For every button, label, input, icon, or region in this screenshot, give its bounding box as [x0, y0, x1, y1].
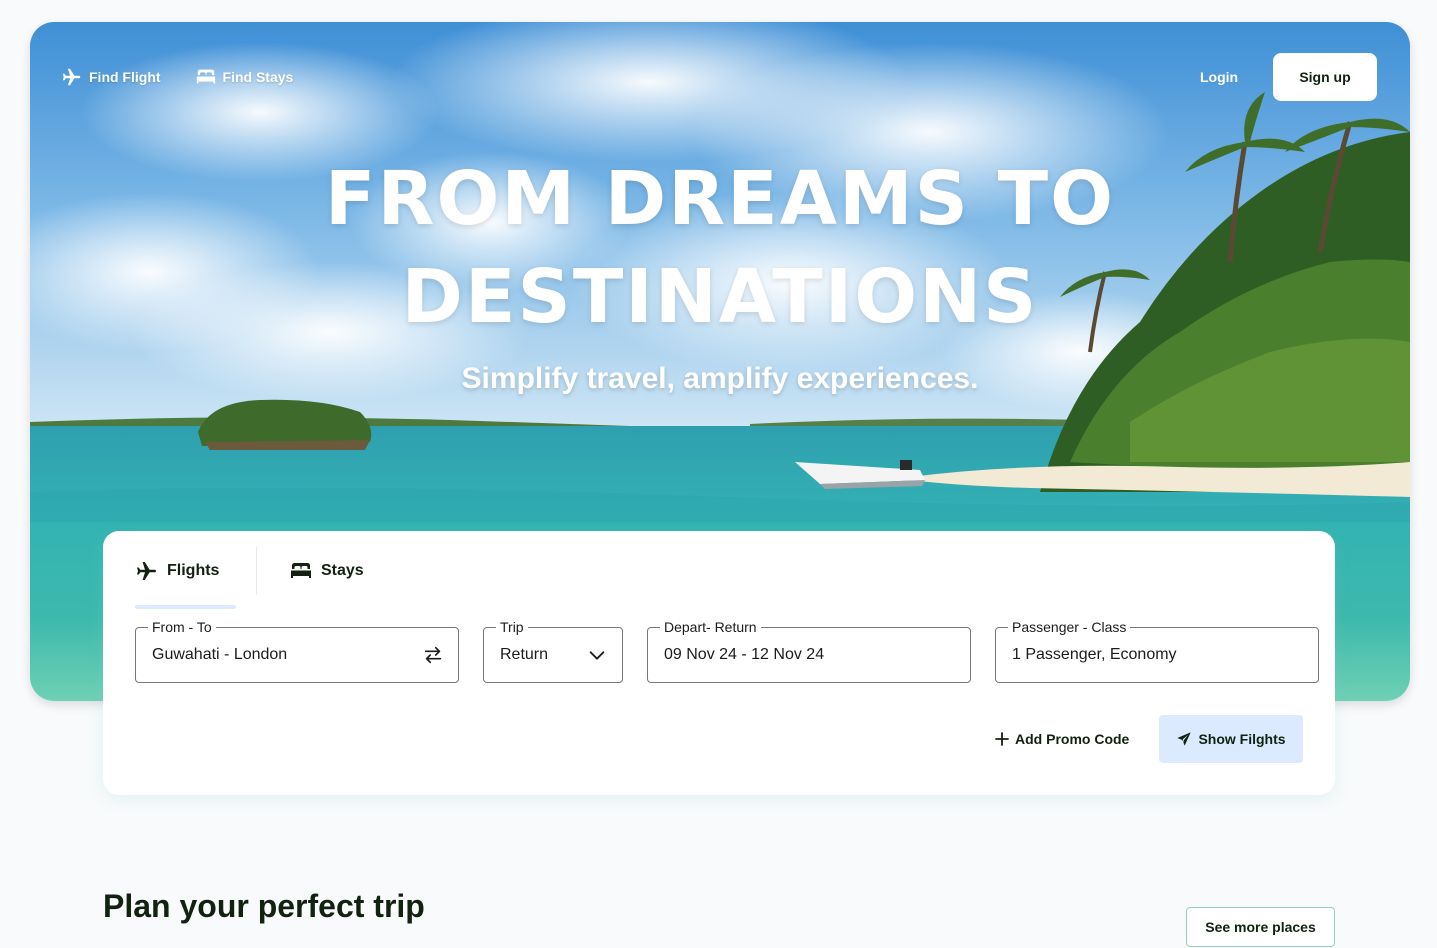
- show-flights-button[interactable]: Show Filghts: [1159, 715, 1303, 763]
- tab-stays-label: Stays: [321, 562, 364, 579]
- signup-button[interactable]: Sign up: [1273, 53, 1377, 101]
- hero-title: FROM DREAMS TO DESTINATIONS: [30, 150, 1410, 346]
- see-more-places-button[interactable]: See more places: [1186, 907, 1335, 947]
- show-flights-label: Show Filghts: [1198, 731, 1286, 747]
- nav-find-flight-label: Find Flight: [89, 69, 161, 85]
- airplane-icon: [62, 68, 81, 86]
- from-to-label: From - To: [148, 619, 216, 635]
- add-promo-code-button[interactable]: Add Promo Code: [995, 731, 1129, 747]
- nav-find-flight[interactable]: Find Flight: [61, 66, 161, 88]
- airplane-icon: [137, 562, 156, 580]
- from-to-field[interactable]: From - To Guwahati - London: [135, 619, 459, 683]
- plus-icon: [995, 732, 1009, 746]
- page: Find Flight Find Stays Login Sign up FRO…: [0, 0, 1437, 948]
- passenger-class-value: 1 Passenger, Economy: [1012, 646, 1177, 663]
- hero-subtitle: Simplify travel, amplify experiences.: [461, 362, 979, 395]
- swap-icon[interactable]: [422, 644, 444, 666]
- nav-find-stays[interactable]: Find Stays: [195, 66, 294, 88]
- login-link[interactable]: Login: [1200, 69, 1238, 85]
- passenger-class-label: Passenger - Class: [1008, 619, 1131, 635]
- trip-select[interactable]: Trip Return: [483, 619, 623, 683]
- trip-value: Return: [500, 646, 549, 663]
- nav-find-stays-label: Find Stays: [222, 69, 294, 85]
- main-nav: Find Flight Find Stays: [61, 66, 293, 88]
- depart-return-label: Depart- Return: [660, 619, 761, 635]
- search-tabs: Flights Stays: [135, 547, 364, 611]
- depart-return-value: 09 Nov 24 - 12 Nov 24: [664, 646, 825, 663]
- tab-flights[interactable]: Flights: [135, 547, 256, 609]
- bed-icon: [196, 69, 215, 84]
- depart-return-field[interactable]: Depart- Return 09 Nov 24 - 12 Nov 24: [647, 619, 971, 683]
- tab-stays[interactable]: Stays: [289, 547, 364, 595]
- trip-label: Trip: [496, 619, 528, 635]
- from-to-value: Guwahati - London: [152, 646, 288, 663]
- tab-flights-label: Flights: [167, 562, 220, 579]
- hero-title-line-1: FROM DREAMS TO: [324, 156, 1116, 242]
- section-title: Plan your perfect trip: [103, 888, 425, 924]
- add-promo-code-label: Add Promo Code: [1015, 731, 1130, 747]
- chevron-down-icon: [589, 651, 605, 660]
- passenger-class-field[interactable]: Passenger - Class 1 Passenger, Economy: [995, 619, 1319, 683]
- hero-title-line-2: DESTINATIONS: [401, 254, 1039, 340]
- paper-plane-icon: [1177, 732, 1192, 746]
- bed-icon: [291, 563, 311, 578]
- search-card: Flights Stays From - To Guwahati - Londo…: [103, 531, 1335, 795]
- tab-divider: [256, 547, 257, 595]
